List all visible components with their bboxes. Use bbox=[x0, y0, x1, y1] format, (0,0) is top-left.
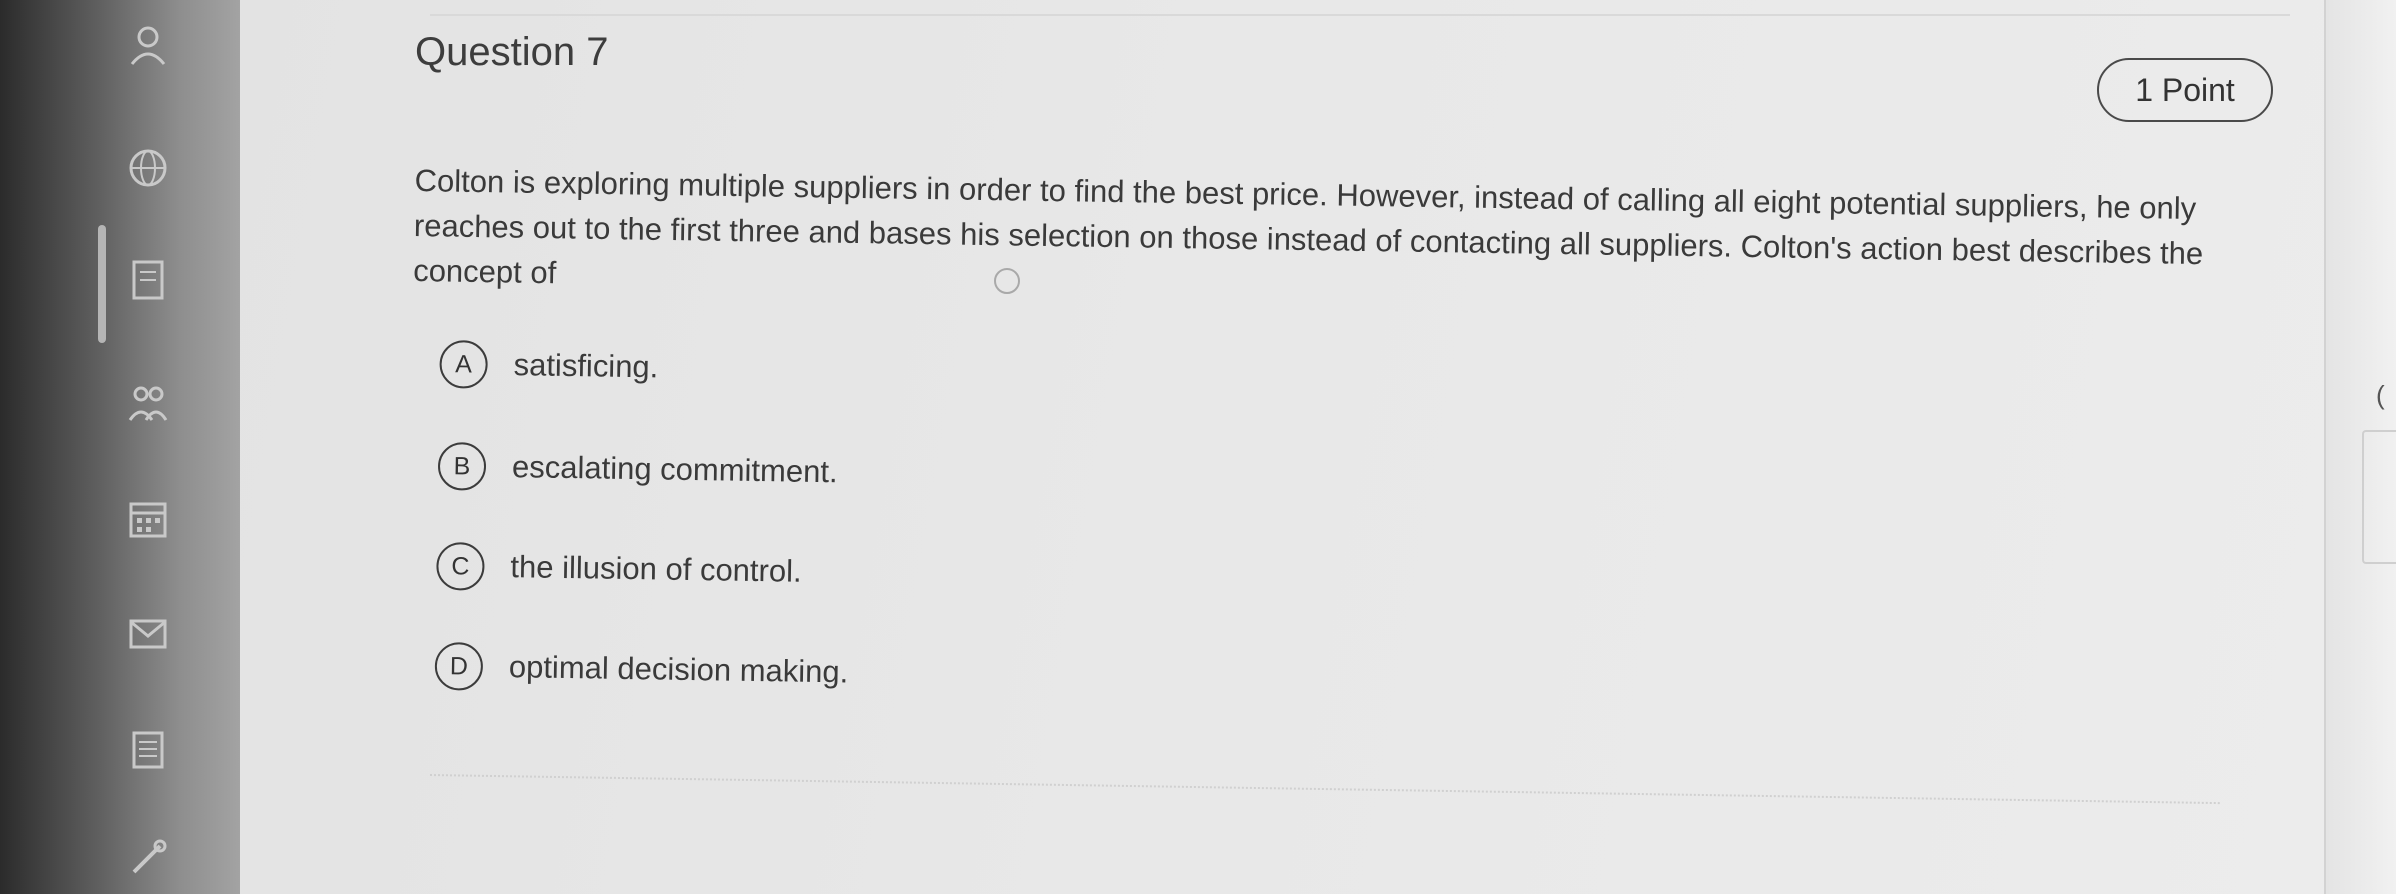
user-icon[interactable] bbox=[126, 22, 170, 66]
calendar-icon[interactable] bbox=[126, 496, 170, 540]
option-text[interactable]: the illusion of control. bbox=[510, 549, 802, 590]
cursor-indicator bbox=[994, 268, 1020, 294]
option-text[interactable]: escalating commitment. bbox=[512, 449, 838, 490]
sidebar-scroll-indicator bbox=[98, 225, 106, 343]
option-letter[interactable]: C bbox=[436, 541, 485, 591]
screen: Question 7 1 Point Colton is exploring m… bbox=[0, 0, 2396, 894]
option-text[interactable]: satisficing. bbox=[513, 347, 658, 385]
tools-icon[interactable] bbox=[126, 836, 170, 880]
mail-icon[interactable] bbox=[126, 612, 170, 656]
globe-icon[interactable] bbox=[126, 146, 170, 190]
option-letter[interactable]: B bbox=[437, 441, 487, 491]
notes-icon[interactable] bbox=[126, 728, 170, 772]
option-c[interactable]: C the illusion of control. bbox=[436, 541, 802, 596]
right-panel-edge: ( bbox=[2324, 0, 2396, 894]
option-letter[interactable]: A bbox=[439, 340, 488, 389]
option-text[interactable]: optimal decision making. bbox=[509, 649, 849, 690]
question-title: Question 7 bbox=[415, 30, 609, 74]
cropped-text: ( bbox=[2376, 380, 2385, 410]
option-letter[interactable]: D bbox=[434, 641, 484, 691]
people-icon[interactable] bbox=[126, 380, 170, 424]
option-b[interactable]: B escalating commitment. bbox=[437, 441, 838, 496]
option-d[interactable]: D optimal decision making. bbox=[434, 641, 849, 696]
side-tab[interactable] bbox=[2362, 430, 2396, 564]
divider bbox=[430, 14, 2290, 16]
document-icon[interactable] bbox=[126, 258, 170, 302]
sidebar bbox=[0, 0, 240, 894]
option-a[interactable]: A satisficing. bbox=[439, 340, 659, 391]
points-badge: 1 Point bbox=[2097, 58, 2273, 122]
